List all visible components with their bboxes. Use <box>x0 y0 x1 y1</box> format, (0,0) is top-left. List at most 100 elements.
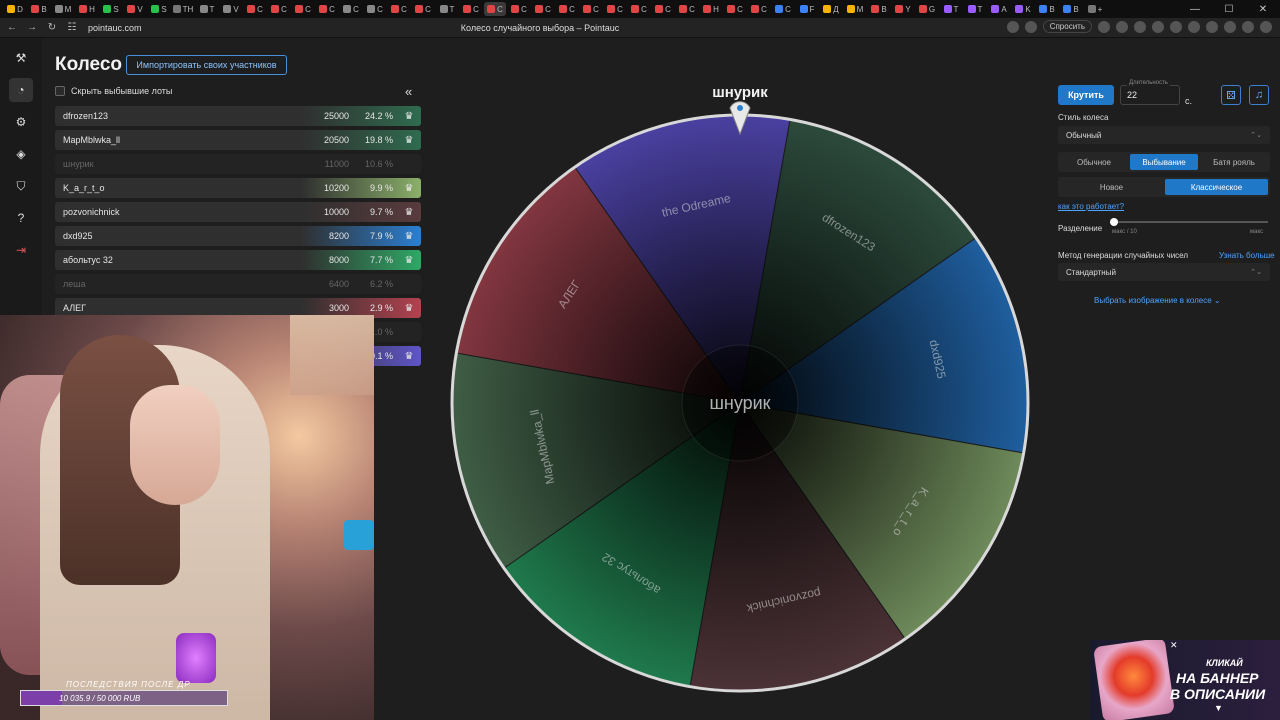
browser-tab[interactable]: C <box>604 2 626 16</box>
browser-tab[interactable]: D <box>4 2 26 16</box>
bookmark-icon[interactable] <box>1006 20 1019 33</box>
browser-tab[interactable]: B <box>28 2 50 16</box>
browser-tab[interactable]: S <box>100 2 122 16</box>
rng-select[interactable]: Стандартный ⌃⌄ <box>1058 263 1270 281</box>
browser-tab[interactable]: B <box>1060 2 1082 16</box>
maximize-button[interactable]: ☐ <box>1212 0 1246 18</box>
music-icon[interactable]: ♫ <box>1249 85 1269 105</box>
browser-tab[interactable]: TH <box>172 2 194 16</box>
browser-tab[interactable]: C <box>724 2 746 16</box>
browser-tab[interactable]: C <box>340 2 362 16</box>
browser-tab[interactable]: A <box>988 2 1010 16</box>
browser-tab[interactable]: Д <box>820 2 842 16</box>
browser-tab[interactable]: C <box>412 2 434 16</box>
extension-icon[interactable] <box>1206 20 1218 33</box>
browser-tab[interactable]: + <box>1084 2 1106 16</box>
lot-row[interactable]: шнурик 11000 10.6 % <box>55 154 421 174</box>
promo-banner[interactable]: ✕ КЛИКАЙ НА БАННЕР В ОПИСАНИИ ▼ <box>1090 640 1280 720</box>
gear-icon[interactable]: ⚙ <box>9 110 33 134</box>
browser-tab[interactable]: B <box>1036 2 1058 16</box>
close-window-button[interactable]: ✕ <box>1246 0 1280 18</box>
shield-icon[interactable]: ⛉ <box>9 174 33 198</box>
browser-tab[interactable]: C <box>292 2 314 16</box>
split-slider-track[interactable] <box>1114 221 1268 223</box>
browser-tab[interactable]: F <box>796 2 818 16</box>
browser-tab[interactable]: H <box>700 2 722 16</box>
browser-tab[interactable]: M <box>52 2 74 16</box>
trophy-icon[interactable]: ♛ <box>397 298 421 318</box>
lot-row[interactable]: леша 6400 6.2 % <box>55 274 421 294</box>
trophy-icon[interactable]: ♛ <box>397 202 421 222</box>
logout-icon[interactable]: ⇥ <box>9 238 33 262</box>
browser-tab[interactable]: C <box>628 2 650 16</box>
trophy-icon[interactable]: ♛ <box>397 226 421 246</box>
browser-tab[interactable]: C <box>268 2 290 16</box>
duration-input[interactable]: 22 <box>1120 85 1180 105</box>
browser-tab[interactable]: T <box>940 2 962 16</box>
browser-tab[interactable]: C <box>676 2 698 16</box>
browser-tab[interactable]: C <box>460 2 482 16</box>
modes-option[interactable]: Обычное <box>1060 154 1128 170</box>
minimize-button[interactable]: — <box>1178 0 1212 18</box>
style-select[interactable]: Обычный ⌃⌄ <box>1058 126 1270 144</box>
hammer-icon[interactable]: ⚒ <box>9 46 33 70</box>
trophy-icon[interactable]: ♛ <box>397 178 421 198</box>
browser-tab[interactable]: V <box>220 2 242 16</box>
extension-icon[interactable] <box>1170 20 1182 33</box>
trophy-icon[interactable]: ♛ <box>397 250 421 270</box>
browser-tab[interactable]: C <box>388 2 410 16</box>
profile-icon[interactable] <box>1242 20 1254 33</box>
lot-row[interactable]: абольтус 32 8000 7.7 % ♛ <box>55 250 421 270</box>
browser-tab[interactable]: T <box>436 2 458 16</box>
browser-tab[interactable]: C <box>772 2 794 16</box>
browser-tab[interactable]: M <box>844 2 866 16</box>
hide-eliminated-row[interactable]: Скрыть выбывшие лоты <box>55 86 172 96</box>
split-slider-handle[interactable] <box>1110 218 1118 226</box>
extension-icon[interactable] <box>1224 20 1236 33</box>
browser-tab[interactable]: C <box>652 2 674 16</box>
modes-option[interactable]: Выбывание <box>1130 154 1198 170</box>
browser-tab[interactable]: C <box>244 2 266 16</box>
extension-icon[interactable] <box>1098 20 1110 33</box>
lot-row[interactable]: pozvonichnick 10000 9.7 % ♛ <box>55 202 421 222</box>
browser-tab[interactable]: C <box>508 2 530 16</box>
browser-tab[interactable]: C <box>580 2 602 16</box>
browser-tab[interactable]: C <box>556 2 578 16</box>
menu-icon[interactable] <box>1260 20 1272 33</box>
lot-row[interactable]: MapMblwka_ll 20500 19.8 % ♛ <box>55 130 421 150</box>
browser-tab[interactable]: Y <box>892 2 914 16</box>
wheel-icon[interactable]: ◔ <box>9 78 33 102</box>
variants-option[interactable]: Новое <box>1060 179 1163 195</box>
import-participants-button[interactable]: Импортировать своих участников <box>126 55 287 75</box>
extension-icon[interactable] <box>1188 20 1200 33</box>
rng-learn-more-link[interactable]: Узнать больше <box>1219 251 1275 260</box>
extension-icon[interactable] <box>1134 20 1146 33</box>
browser-tab[interactable]: C <box>748 2 770 16</box>
wheel[interactable]: dfrozen123dxd925K_a_r_t_opozvonichnickаб… <box>440 100 1040 700</box>
choose-image-button[interactable]: Выбрать изображение в колесе ⌄ <box>1094 296 1221 305</box>
spin-button[interactable]: Крутить <box>1058 85 1114 105</box>
browser-tab[interactable]: C <box>532 2 554 16</box>
browser-tab[interactable]: C <box>364 2 386 16</box>
browser-tab[interactable]: B <box>868 2 890 16</box>
lot-row[interactable]: K_a_r_t_o 10200 9.9 % ♛ <box>55 178 421 198</box>
collapse-icon[interactable]: « <box>405 84 412 99</box>
modes-option[interactable]: Батя рояль <box>1200 154 1268 170</box>
extension-icon[interactable] <box>1116 20 1128 33</box>
browser-tab[interactable]: H <box>76 2 98 16</box>
ask-button[interactable]: Спросить <box>1042 20 1092 33</box>
trophy-icon[interactable]: ♛ <box>397 106 421 126</box>
browser-tab[interactable]: C <box>484 2 506 16</box>
trophy-icon[interactable]: ♛ <box>397 130 421 150</box>
browser-tab[interactable]: K <box>1012 2 1034 16</box>
layers-icon[interactable]: ◈ <box>9 142 33 166</box>
how-it-works-link[interactable]: как это работает? <box>1058 202 1124 211</box>
browser-tab[interactable]: C <box>316 2 338 16</box>
help-icon[interactable]: ? <box>9 206 33 230</box>
lot-row[interactable]: dfrozen123 25000 24.2 % ♛ <box>55 106 421 126</box>
extension-icon[interactable] <box>1152 20 1164 33</box>
close-icon[interactable]: ✕ <box>1170 640 1178 651</box>
browser-tab[interactable]: V <box>124 2 146 16</box>
lot-row[interactable]: dxd925 8200 7.9 % ♛ <box>55 226 421 246</box>
browser-tab[interactable]: T <box>964 2 986 16</box>
